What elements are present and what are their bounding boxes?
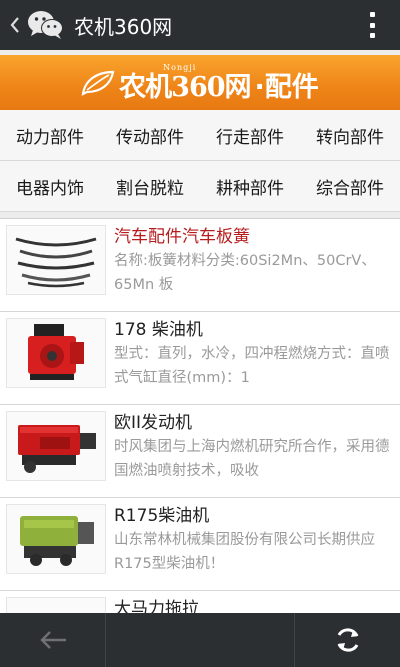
brand-small-text: Nongji [163,62,197,72]
product-description: 型式：直列，水冷，四冲程燃烧方式：直喷式气缸直径(mm)：1 [114,346,390,386]
product-title[interactable]: 欧II发动机 [114,411,394,435]
leaf-logo-icon [81,70,115,96]
brand-name: 农机360网 [119,71,251,103]
product-title[interactable]: R175柴油机 [114,504,394,528]
chevron-left-icon[interactable] [4,0,26,50]
category-grid: 动力部件 传动部件 行走部件 转向部件 电器内饰 割台脱粒 耕种部件 综合部件 [0,110,400,212]
category-row: 动力部件 传动部件 行走部件 转向部件 [0,110,400,161]
product-thumbnail [6,504,106,574]
list-item[interactable]: R175柴油机 山东常林机械集团股份有限公司长期供应R175型柴油机！ [0,498,400,591]
category-row: 电器内饰 割台脱粒 耕种部件 综合部件 [0,161,400,212]
product-description: 时风集团与上海内燃机研究所合作，采用德国燃油喷射技术，吸收 [114,439,390,479]
list-item[interactable]: 欧II发动机 时风集团与上海内燃机研究所合作，采用德国燃油喷射技术，吸收 [0,405,400,498]
category-header-threshing[interactable]: 割台脱粒 [100,161,200,211]
red-engine-image [28,324,84,380]
list-item[interactable]: 汽车配件汽车板簧 名称:板簧材料分类:60Si2Mn、50CrV、65Mn 板 [0,219,400,312]
category-walking[interactable]: 行走部件 [200,110,300,160]
page-title: 农机360网 [74,14,173,39]
category-general[interactable]: 综合部件 [300,161,400,211]
product-list: 汽车配件汽车板簧 名称:板簧材料分类:60Si2Mn、50CrV、65Mn 板 … [0,218,400,613]
product-description: 山东常林机械集团股份有限公司长期供应R175型柴油机！ [114,532,375,572]
red-engine-image [18,425,96,473]
leaf-spring-image [15,237,97,288]
category-power[interactable]: 动力部件 [0,110,100,160]
wechat-title-bar: 农机360网 [0,0,400,50]
arrow-left-icon[interactable] [0,613,105,667]
product-thumbnail [6,318,106,388]
product-title[interactable]: 汽车配件汽车板簧 [114,225,394,249]
list-item[interactable]: 大马力拖拉 [0,591,400,613]
site-banner: Nongji 农机360网 ·配件 [0,55,400,110]
list-item[interactable]: 178 柴油机 型式：直列，水冷，四冲程燃烧方式：直喷式气缸直径(mm)：1 [0,312,400,405]
product-thumbnail [6,411,106,481]
refresh-icon[interactable] [295,613,400,667]
bottom-bar-spacer [105,613,295,667]
more-vertical-icon[interactable] [368,12,376,38]
product-thumbnail [6,225,106,295]
product-description: 名称:板簧材料分类:60Si2Mn、50CrV、65Mn 板 [114,253,376,293]
product-title[interactable]: 178 柴油机 [114,318,394,342]
category-electrical[interactable]: 电器内饰 [0,161,100,211]
product-title[interactable]: 大马力拖拉 [114,597,394,613]
product-thumbnail [6,597,106,613]
category-steering[interactable]: 转向部件 [300,110,400,160]
category-transmission[interactable]: 传动部件 [100,110,200,160]
wechat-icon [26,0,66,50]
green-engine-image [20,516,94,566]
browser-bottom-bar [0,613,400,667]
banner-section-title: ·配件 [254,71,319,103]
category-tillage[interactable]: 耕种部件 [200,161,300,211]
